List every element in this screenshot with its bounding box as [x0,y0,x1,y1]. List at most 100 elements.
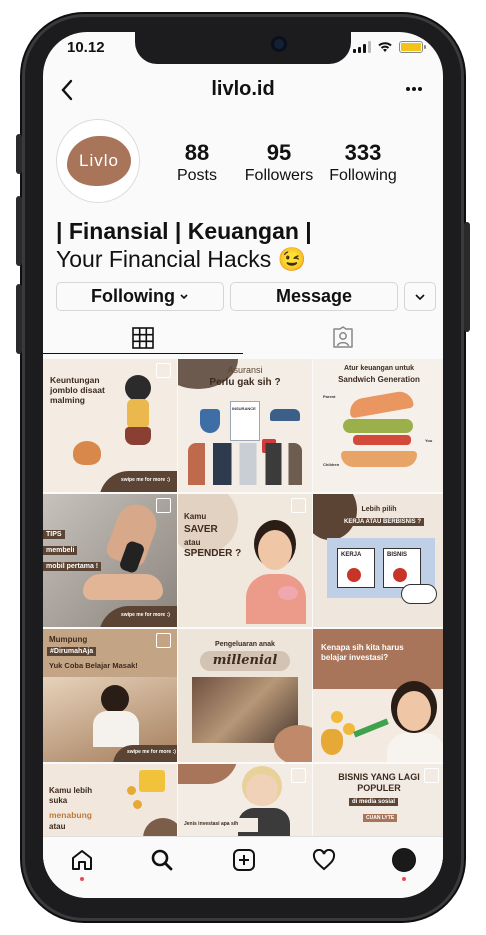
badge-cuan-lyte: CUAN LYTE [363,814,398,822]
piggy-bank-icon [278,586,298,600]
stat-followers[interactable]: 95 Followers [239,140,319,185]
phone-illustration [139,770,165,792]
new-post-icon [233,849,255,871]
suggested-accounts-button[interactable] [404,282,436,311]
nav-search[interactable] [147,845,177,875]
red-button-icon [393,568,407,582]
post-thumbnail[interactable]: Keuntungan jomblo disaat malming swipe m… [43,359,177,492]
illustration-cat [73,441,101,465]
post-caption: swipe me for more :) [121,612,170,618]
grid-icon [132,326,154,349]
mute-switch [16,134,22,174]
tagged-person-icon [333,326,353,348]
stat-posts-label: Posts [176,167,217,184]
button-bisnis-label: BISNIS [387,552,408,558]
post-subtitle: Sandwich Generation [338,375,420,384]
sandwich-bread-bottom [341,451,417,467]
photo-woman-head [258,530,292,570]
photo-woman-thinking [397,691,431,731]
post-caption: swipe me for more :) [127,749,176,755]
money-bag-icon [321,729,343,755]
post-thumbnail[interactable]: Kamu SAVER atau SPENDER ? [178,494,312,627]
message-button[interactable]: Message [230,282,398,311]
post-title: TIPS [43,530,65,539]
post-thumbnail[interactable]: Pengeluaran anak millenial [178,629,312,762]
nav-activity[interactable] [309,845,339,875]
post-line-3: atau [49,822,66,831]
volume-up-button [16,196,22,266]
profile-tabs [43,322,443,354]
decorative-blob [313,494,357,540]
username-title: livlo.id [211,78,275,100]
notification-dot [80,877,84,881]
sandwich-lettuce [343,419,413,433]
bio-line-1: | Finansial | Keuangan | [56,218,312,244]
battery-icon [399,41,426,53]
profile-bio: | Finansial | Keuangan | Your Financial … [56,218,436,273]
illustration-woman [125,375,151,401]
post-thumbnail[interactable]: Mumpung #DirumahAja Yuk Coba Belajar Mas… [43,629,177,762]
profile-header: livlo.id [43,72,443,108]
post-line-2: SAVER [184,524,218,535]
post-thumbnail[interactable]: Asuransi Perlu gak sih ? INSURANCE [178,359,312,492]
post-line-2: menabung [49,810,92,820]
illustration-family [188,443,302,485]
photo-woman-cooking-body [93,711,139,747]
post-thumbnail[interactable]: Kenapa sih kita harus belajar investasi? [313,629,443,762]
chevron-down-icon [415,293,425,300]
sandwich-filling [353,435,411,445]
sandwich-bread-top [347,389,415,419]
stat-followers-value: 95 [266,140,292,165]
front-camera [271,36,287,52]
shield-icon [200,409,220,433]
avatar[interactable]: Livlo [56,119,140,203]
post-thumbnail[interactable]: TIPS membeli mobil pertama ! swipe me fo… [43,494,177,627]
label-children: Children [323,462,340,467]
nav-profile[interactable] [389,845,419,881]
stat-followers-label: Followers [244,167,314,184]
multi-post-icon [291,768,306,783]
app-screen: 10.12 livlo.id Livlo 88 Posts 95 Followe… [43,32,443,898]
post-title: BISNIS YANG LAGI POPULER [338,772,420,793]
wifi-icon [378,42,392,52]
photo-person-head [246,774,278,806]
nav-new-post[interactable] [229,845,259,875]
post-subtitle: KERJA ATAU BERBISNIS ? [341,518,425,526]
post-title: Jenis investasi apa sih [184,821,239,827]
label-you: You [425,438,433,443]
nav-home[interactable] [67,845,97,881]
post-thumbnail[interactable]: Atur keuangan untuk Sandwich Generation … [313,359,443,492]
coin-icon [133,800,142,809]
power-button [464,222,470,332]
post-title: Asuransi [227,365,263,375]
stat-following[interactable]: 333 Following [323,140,403,185]
tab-grid[interactable] [43,322,243,354]
tab-tagged[interactable] [243,322,443,354]
stat-following-value: 333 [344,140,382,165]
photo-woman-body [246,574,306,624]
post-subtitle: di media sosial [349,798,399,806]
button-kerja-label: KERJA [341,552,362,558]
post-line-3: Yuk Coba Belajar Masak! [49,661,138,670]
post-title: Kamu lebih suka [49,786,93,805]
post-title: Kamu [184,512,207,521]
chevron-down-icon [180,293,188,299]
decorative-blob [178,764,238,784]
post-thumbnail[interactable]: Lebih pilih KERJA ATAU BERBISNIS ? KERJA… [313,494,443,627]
photo-woman-thinking-body [387,733,443,762]
decorative-blob [274,725,312,762]
document-label: INSURANCE [232,406,256,411]
notification-dot [402,877,406,881]
multi-post-icon [424,768,439,783]
label-parent: Parent [323,394,336,399]
coin-icon [331,711,343,723]
more-dots-icon[interactable] [405,86,423,92]
post-title: Keuntungan jomblo disaat malming [50,375,105,406]
photo-woman-cooking [101,685,129,713]
following-button[interactable]: Following [56,282,224,311]
stat-posts[interactable]: 88 Posts [169,140,225,185]
message-button-label: Message [275,286,353,306]
post-title: Kenapa sih kita harus belajar investasi? [321,643,404,662]
illustration-woman-body [127,399,149,429]
notch [135,32,351,64]
